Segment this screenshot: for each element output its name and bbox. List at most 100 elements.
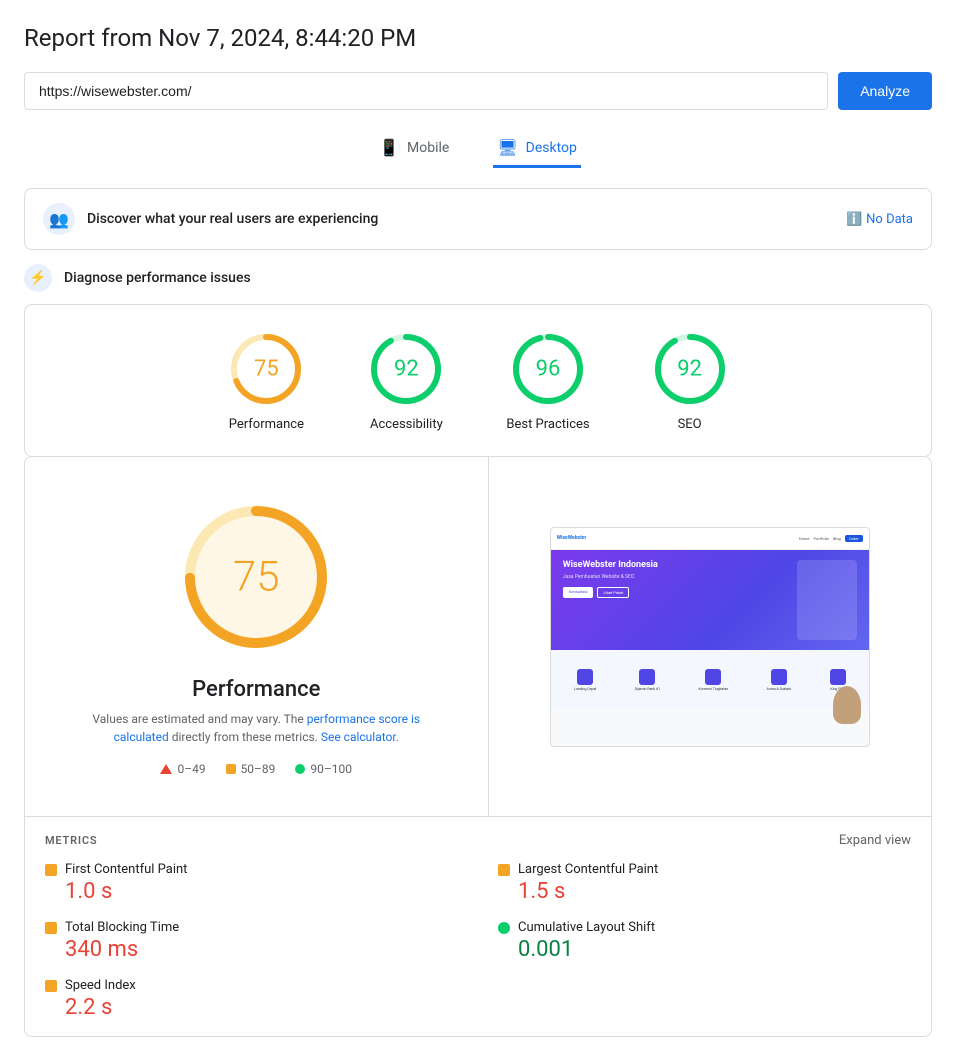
discover-icon: 👥 (43, 203, 75, 235)
ss-feature-3: Konversi Tingkatan (698, 669, 728, 691)
ss-feature-icon-4 (771, 669, 787, 685)
legend-row: 0–49 50–89 90–100 (160, 762, 352, 776)
score-label-seo: SEO (678, 417, 702, 432)
metric-fcp-status (45, 864, 57, 876)
score-item-accessibility: 92 Accessibility (366, 329, 446, 432)
metrics-grid: First Contentful Paint 1.0 s Largest Con… (45, 862, 911, 1020)
score-circle-seo: 92 (650, 329, 730, 409)
mobile-icon: 📱 (379, 138, 399, 157)
diagnose-section-title: Diagnose performance issues (64, 270, 251, 286)
tab-desktop[interactable]: 🖥 Desktop (493, 130, 581, 168)
ss-feature-label-1: Loading Cepat (574, 687, 597, 691)
score-label-accessibility: Accessibility (370, 417, 443, 432)
ss-feature-icon-1 (577, 669, 593, 685)
ss-hero-btns: Konsultasi Lihat Paket (563, 587, 787, 598)
metric-si: Speed Index 2.2 s (45, 978, 458, 1020)
discover-banner-left: 👥 Discover what your real users are expe… (43, 203, 378, 235)
legend-average: 50–89 (226, 762, 276, 776)
legend-average-label: 50–89 (241, 762, 276, 776)
metric-fcp-name-row: First Contentful Paint (45, 862, 458, 877)
site-screenshot: WiseWebster HomePortfolioBlog Order Wise… (550, 527, 870, 747)
big-score-circle: 75 (176, 497, 336, 657)
no-data-label: No Data (866, 212, 913, 227)
metric-si-name-row: Speed Index (45, 978, 458, 993)
ss-hero-text: WiseWebster Indonesia Jasa Pembuatan Web… (563, 560, 787, 640)
metric-lcp-value: 1.5 s (498, 879, 911, 904)
score-circle-best-practices: 96 (508, 329, 588, 409)
ss-hero: WiseWebster Indonesia Jasa Pembuatan Web… (551, 550, 869, 650)
ss-btn1: Konsultasi (563, 587, 594, 598)
metric-tbt-status (45, 922, 57, 934)
diagnose-icon: ⚡ (24, 264, 52, 292)
score-label-performance: Performance (229, 417, 304, 432)
score-item-seo: 92 SEO (650, 329, 730, 432)
tab-desktop-label: Desktop (526, 140, 577, 156)
metrics-header: METRICS Expand view (45, 833, 911, 848)
ss-feature-label-2: Dijamin Rank #1 (635, 687, 660, 691)
metric-lcp-status (498, 864, 510, 876)
url-input[interactable] (24, 72, 828, 110)
no-data-link[interactable]: ℹ️ No Data (846, 212, 913, 227)
ss-feature-icon-3 (705, 669, 721, 685)
tab-mobile-label: Mobile (407, 140, 449, 156)
metric-fcp-value: 1.0 s (45, 879, 458, 904)
score-item-best-practices: 96 Best Practices (506, 329, 589, 432)
discover-banner: 👥 Discover what your real users are expe… (24, 188, 932, 250)
metric-tbt: Total Blocking Time 340 ms (45, 920, 458, 962)
ss-header: WiseWebster HomePortfolioBlog Order (551, 528, 869, 550)
detail-title: Performance (192, 677, 320, 702)
legend-average-icon (226, 764, 236, 774)
metric-lcp-name: Largest Contentful Paint (518, 862, 658, 877)
metric-cls-name: Cumulative Layout Shift (518, 920, 655, 935)
legend-pass-label: 90–100 (310, 762, 352, 776)
ss-hero-img (797, 560, 857, 640)
metric-tbt-name-row: Total Blocking Time (45, 920, 458, 935)
score-circle-accessibility: 92 (366, 329, 446, 409)
score-label-best-practices: Best Practices (506, 417, 589, 432)
ss-feature-label-4: Aman & Sustain (767, 687, 792, 691)
score-number-performance: 75 (254, 357, 279, 382)
calculator-link[interactable]: See calculator. (321, 730, 399, 744)
info-icon: ℹ️ (846, 212, 862, 227)
legend-fail-label: 0–49 (177, 762, 205, 776)
expand-view-link[interactable]: Expand view (839, 833, 911, 848)
scores-row: 75 Performance 92 Accessibility (49, 329, 907, 432)
big-score-number: 75 (233, 553, 280, 602)
diagnose-section-header: ⚡ Diagnose performance issues (24, 264, 932, 292)
metric-lcp: Largest Contentful Paint 1.5 s (498, 862, 911, 904)
metric-lcp-name-row: Largest Contentful Paint (498, 862, 911, 877)
ss-person (833, 686, 861, 724)
metric-cls-status (498, 922, 510, 934)
score-circle-performance: 75 (226, 329, 306, 409)
score-number-best-practices: 96 (536, 357, 561, 382)
ss-hero-title: WiseWebster Indonesia (563, 560, 787, 570)
metric-cls-value: 0.001 (498, 937, 911, 962)
ss-features: Loading Cepat Dijamin Rank #1 Konversi T… (551, 650, 869, 710)
legend-pass: 90–100 (295, 762, 352, 776)
ss-feature-1: Loading Cepat (574, 669, 597, 691)
legend-pass-icon (295, 764, 305, 774)
url-bar-row: Analyze (24, 72, 932, 110)
metric-si-status (45, 980, 57, 992)
metric-fcp: First Contentful Paint 1.0 s (45, 862, 458, 904)
page-title: Report from Nov 7, 2024, 8:44:20 PM (24, 24, 932, 52)
discover-banner-title: Discover what your real users are experi… (87, 211, 378, 227)
analyze-button[interactable]: Analyze (838, 72, 932, 110)
tabs-row: 📱 Mobile 🖥 Desktop (24, 130, 932, 168)
scores-card: 75 Performance 92 Accessibility (24, 304, 932, 457)
ss-feature-icon-5 (830, 669, 846, 685)
detail-left: 75 Performance Values are estimated and … (25, 457, 489, 816)
detail-desc: Values are estimated and may vary. The p… (86, 710, 426, 746)
metric-fcp-name: First Contentful Paint (65, 862, 187, 877)
tab-mobile[interactable]: 📱 Mobile (375, 130, 453, 168)
ss-feature-label-3: Konversi Tingkatan (698, 687, 728, 691)
metric-si-value: 2.2 s (45, 995, 458, 1020)
score-number-seo: 92 (677, 357, 702, 382)
metrics-section: METRICS Expand view First Contentful Pai… (25, 816, 931, 1036)
legend-fail-icon (160, 764, 172, 774)
ss-feature-4: Aman & Sustain (767, 669, 792, 691)
score-item-performance: 75 Performance (226, 329, 306, 432)
desktop-icon: 🖥 (497, 138, 517, 157)
legend-fail: 0–49 (160, 762, 205, 776)
ss-feature-2: Dijamin Rank #1 (635, 669, 660, 691)
